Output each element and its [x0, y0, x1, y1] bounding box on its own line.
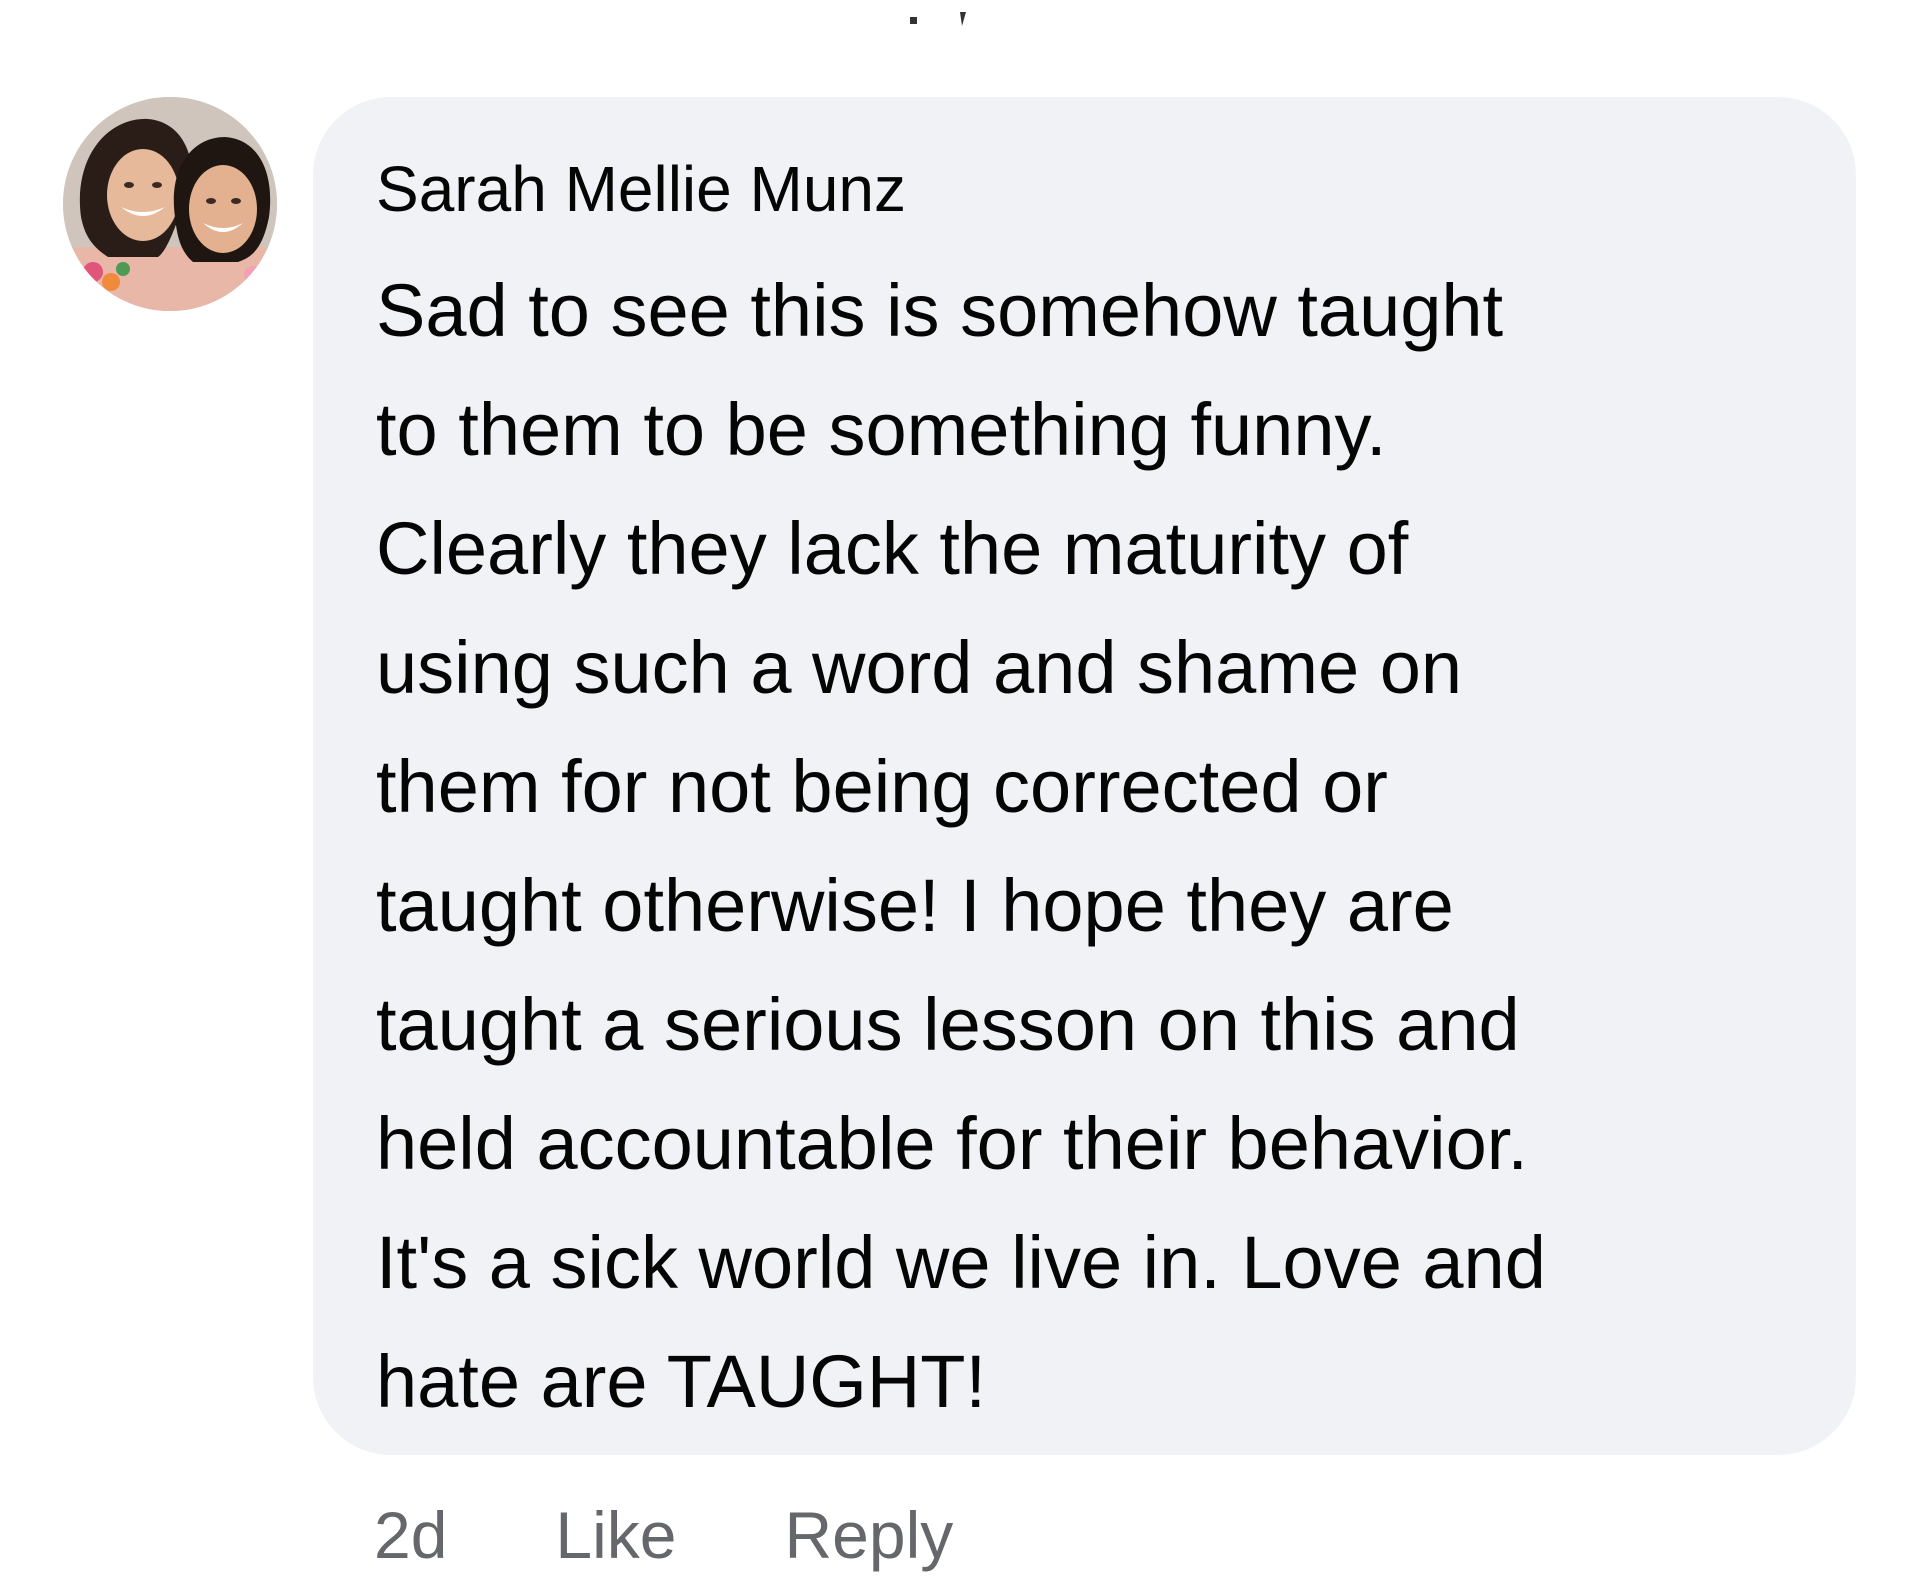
reply-button[interactable]: Reply [785, 1497, 954, 1573]
comment-text-line: It's a sick world we live in. Love and [376, 1221, 1546, 1304]
comment-text-line: taught otherwise! I hope they are [376, 864, 1454, 947]
comment-actions: 2d Like Reply [374, 1490, 953, 1580]
comment-text-line: hate are TAUGHT! [376, 1340, 987, 1423]
comment-bubble: Sarah Mellie Munz Sad to see this is som… [313, 97, 1856, 1455]
comment-author-name[interactable]: Sarah Mellie Munz [376, 149, 1856, 229]
comment-timestamp[interactable]: 2d [374, 1497, 447, 1573]
comment-text-line: using such a word and shame on [376, 626, 1463, 709]
comment-text: Sad to see this is somehow taught to the… [376, 251, 1856, 1441]
profile-photo-icon [63, 97, 277, 311]
comment-text-line: Clearly they lack the maturity of [376, 507, 1409, 590]
comment-text-line: held accountable for their behavior. [376, 1102, 1528, 1185]
top-decorative-marks [900, 0, 990, 40]
comment-text-line: Sad to see this is somehow taught [376, 269, 1504, 352]
comment-text-line: to them to be something funny. [376, 388, 1387, 471]
avatar[interactable] [63, 97, 277, 311]
comment-text-line: them for not being corrected or [376, 745, 1388, 828]
like-button[interactable]: Like [555, 1497, 676, 1573]
comment-text-line: taught a serious lesson on this and [376, 983, 1520, 1066]
